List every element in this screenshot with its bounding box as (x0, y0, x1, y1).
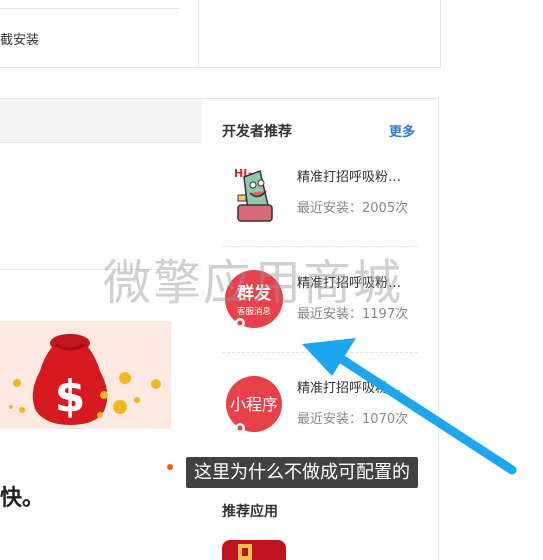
mini-program-icon: 小程序 (224, 374, 284, 434)
annotation-dot (167, 464, 173, 470)
main-heading-fragment: 快。 (0, 486, 45, 511)
icon-title: 群发 (237, 283, 272, 304)
divider (222, 352, 418, 353)
app-name: 精准打招呼吸粉… (297, 170, 402, 185)
svg-text:$: $ (55, 371, 86, 422)
sidebar-title: 开发者推荐 (222, 124, 292, 140)
install-count: 最近安装：1197次 (297, 307, 409, 322)
divider (198, 0, 199, 67)
top-card-text: 截安装 (0, 33, 40, 48)
annotation-caption: 这里为什么不做成可配置的 (186, 457, 418, 488)
panel-header (0, 99, 202, 143)
list-item[interactable]: HI~ 精准打招呼吸粉… 最近安装：2005次 (222, 151, 418, 241)
hi-cartoon-icon: HI~ (224, 163, 284, 223)
top-card: 截安装 (0, 0, 441, 68)
recommended-app-icon[interactable] (222, 540, 286, 560)
recommended-apps-title: 推荐应用 (222, 504, 278, 520)
install-count: 最近安装：1070次 (297, 412, 409, 427)
icon-title: 小程序 (230, 395, 278, 414)
more-link[interactable]: 更多 (389, 121, 415, 140)
app-name: 精准打招呼吸粉… (297, 276, 402, 291)
divider (0, 8, 180, 9)
main-panel: $ 快。 (0, 98, 203, 559)
divider (0, 269, 202, 270)
list-item[interactable]: 群发 客服消息 精准打招呼吸粉… 最近安装：1197次 (222, 257, 418, 347)
promo-banner[interactable]: $ (0, 321, 171, 429)
icon-subtitle: 客服消息 (237, 306, 272, 317)
group-message-icon: 群发 客服消息 (224, 269, 284, 329)
money-bag-icon: $ (9, 334, 161, 425)
divider (222, 246, 418, 247)
app-name: 精准打招呼吸粉… (297, 381, 402, 396)
install-count: 最近安装：2005次 (297, 201, 409, 216)
developer-recommendations: 开发者推荐 更多 HI~ 精准打招呼吸粉… 最近安装：2005次 群发 客服消息 (202, 98, 439, 560)
list-item[interactable]: 小程序 精准打招呼吸粉… 最近安装：1070次 (222, 362, 418, 452)
